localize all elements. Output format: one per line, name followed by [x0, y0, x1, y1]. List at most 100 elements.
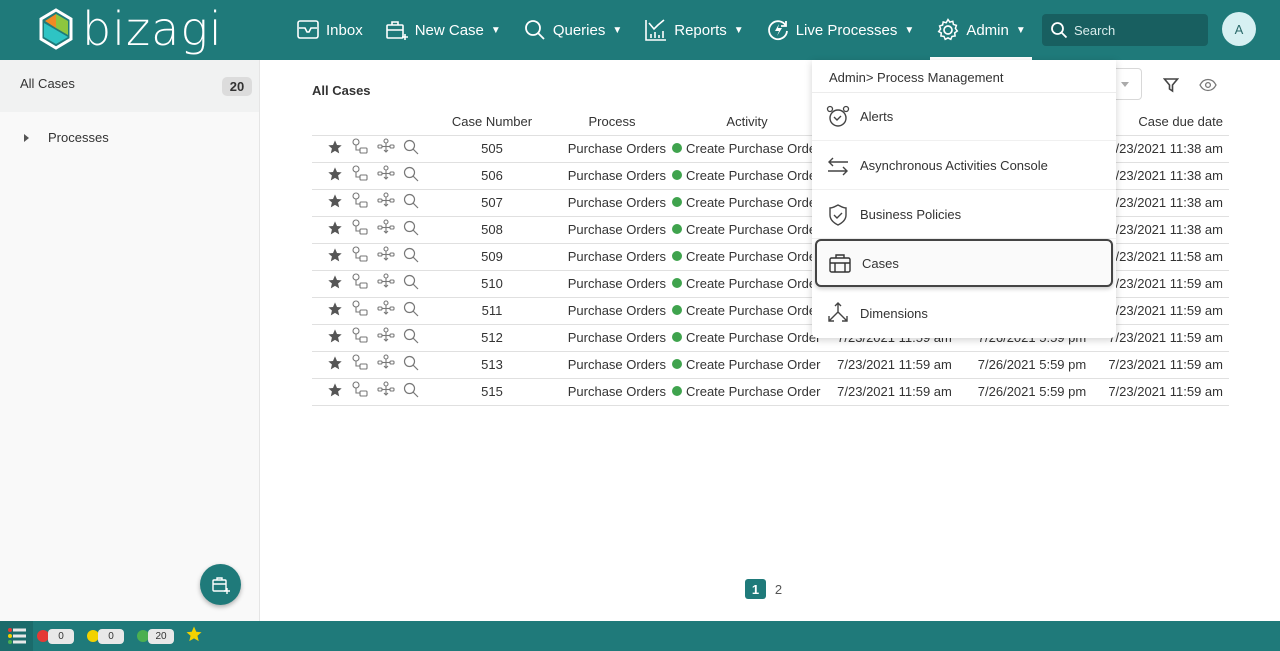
process-map-icon[interactable] [377, 273, 395, 294]
activity-link[interactable]: Create Purchase Order [672, 324, 822, 352]
case-number-link[interactable]: 507 [432, 189, 552, 217]
activity-link[interactable]: Create Purchase Order [672, 270, 822, 298]
nav-admin[interactable]: Admin ▼ [930, 0, 1033, 60]
workflow-icon[interactable] [351, 246, 369, 267]
process-map-icon[interactable] [377, 381, 395, 402]
column-header-activity[interactable]: Activity [672, 109, 822, 136]
at-risk-counter[interactable]: 0 [87, 628, 124, 644]
view-case-search-icon[interactable] [403, 382, 419, 401]
view-case-search-icon[interactable] [403, 355, 419, 374]
admin-menu-item-asynchronous-activities-console[interactable]: Asynchronous Activities Console [812, 142, 1116, 190]
activity-link[interactable]: Create Purchase Order [672, 189, 822, 217]
footer-menu-button[interactable] [0, 621, 33, 651]
table-row[interactable]: 515 Purchase Orders Create Purchase Orde… [312, 378, 1229, 406]
workflow-icon[interactable] [351, 273, 369, 294]
case-number-link[interactable]: 512 [432, 324, 552, 352]
case-number-link[interactable]: 510 [432, 270, 552, 298]
process-cell: Purchase Orders [552, 297, 672, 325]
admin-menu-item-dimensions[interactable]: Dimensions [812, 289, 1116, 337]
case-number-link[interactable]: 509 [432, 243, 552, 271]
activity-link[interactable]: Create Purchase Order [672, 243, 822, 271]
activity-link[interactable]: Create Purchase Order [672, 162, 822, 190]
activity-link[interactable]: Create Purchase Order [672, 297, 822, 325]
new-case-fab-button[interactable] [200, 564, 241, 605]
process-map-icon[interactable] [377, 165, 395, 186]
favorite-star-icon[interactable] [327, 301, 343, 320]
workflow-icon[interactable] [351, 192, 369, 213]
favorite-star-icon[interactable] [327, 328, 343, 347]
nav-new-case[interactable]: New Case ▼ [385, 0, 501, 60]
nav-queries[interactable]: Queries ▼ [523, 0, 622, 60]
on-time-counter[interactable]: 20 [137, 628, 174, 644]
column-header-case-due-date[interactable]: Case due date [1097, 109, 1229, 136]
column-header-process[interactable]: Process [552, 109, 672, 136]
view-case-search-icon[interactable] [403, 274, 419, 293]
nav-live-processes[interactable]: Live Processes ▼ [766, 0, 914, 60]
process-map-icon[interactable] [377, 219, 395, 240]
favorite-star-icon[interactable] [327, 355, 343, 374]
workflow-icon[interactable] [351, 165, 369, 186]
status-dot [672, 332, 682, 342]
view-case-search-icon[interactable] [403, 328, 419, 347]
search-input[interactable] [1074, 22, 1194, 38]
view-case-search-icon[interactable] [403, 301, 419, 320]
favorite-star-icon[interactable] [327, 166, 343, 185]
case-number-link[interactable]: 511 [432, 297, 552, 325]
activity-label: Create Purchase Order [686, 141, 821, 156]
favorite-star-icon[interactable] [327, 193, 343, 212]
user-avatar[interactable]: A [1222, 12, 1256, 46]
favorite-star-icon[interactable] [327, 247, 343, 266]
view-case-search-icon[interactable] [403, 193, 419, 212]
process-map-icon[interactable] [377, 246, 395, 267]
filter-icon[interactable] [1162, 77, 1180, 98]
process-map-icon[interactable] [377, 138, 395, 159]
admin-menu-item-business-policies[interactable]: Business Policies [812, 191, 1116, 239]
view-case-search-icon[interactable] [403, 139, 419, 158]
process-map-icon[interactable] [377, 300, 395, 321]
page-1-button[interactable]: 1 [745, 579, 766, 599]
favorite-star-icon[interactable] [327, 220, 343, 239]
expand-triangle-icon[interactable] [24, 133, 29, 142]
workflow-icon[interactable] [351, 381, 369, 402]
nav-inbox[interactable]: Inbox [296, 0, 363, 60]
case-number-link[interactable]: 508 [432, 216, 552, 244]
nav-queries-label: Queries [552, 21, 606, 39]
admin-menu-item-alerts[interactable]: Alerts [812, 93, 1116, 141]
view-case-search-icon[interactable] [403, 220, 419, 239]
case-number-link[interactable]: 515 [432, 378, 552, 406]
view-case-search-icon[interactable] [403, 247, 419, 266]
row-actions [312, 270, 432, 298]
activity-link[interactable]: Create Purchase Order [672, 378, 822, 406]
process-map-icon[interactable] [377, 327, 395, 348]
overdue-counter[interactable]: 0 [37, 628, 74, 644]
case-number-link[interactable]: 506 [432, 162, 552, 190]
workflow-icon[interactable] [351, 219, 369, 240]
favorite-star-icon[interactable] [327, 139, 343, 158]
workflow-icon[interactable] [351, 354, 369, 375]
page-2-button[interactable]: 2 [768, 579, 789, 599]
favorite-star-icon[interactable] [327, 382, 343, 401]
process-map-icon[interactable] [377, 192, 395, 213]
case-number-link[interactable]: 505 [432, 135, 552, 163]
favorites-star-icon[interactable] [185, 625, 203, 648]
process-map-icon[interactable] [377, 354, 395, 375]
eye-icon[interactable] [1199, 78, 1217, 97]
activity-link[interactable]: Create Purchase Order [672, 216, 822, 244]
table-row[interactable]: 513 Purchase Orders Create Purchase Orde… [312, 351, 1229, 379]
global-search[interactable] [1042, 14, 1208, 46]
column-header-case-number[interactable]: Case Number [432, 109, 552, 136]
view-case-search-icon[interactable] [403, 166, 419, 185]
status-dot [672, 170, 682, 180]
sidebar-all-cases[interactable]: All Cases 20 [0, 60, 259, 112]
admin-menu-item-cases[interactable]: Cases [815, 239, 1113, 287]
activity-link[interactable]: Create Purchase Order [672, 135, 822, 163]
sidebar-processes[interactable]: Processes [24, 130, 109, 145]
case-number-link[interactable]: 513 [432, 351, 552, 379]
bizagi-logo[interactable]: bizagi [38, 6, 223, 52]
workflow-icon[interactable] [351, 327, 369, 348]
workflow-icon[interactable] [351, 138, 369, 159]
nav-reports[interactable]: Reports ▼ [644, 0, 744, 60]
workflow-icon[interactable] [351, 300, 369, 321]
activity-link[interactable]: Create Purchase Order [672, 351, 822, 379]
favorite-star-icon[interactable] [327, 274, 343, 293]
